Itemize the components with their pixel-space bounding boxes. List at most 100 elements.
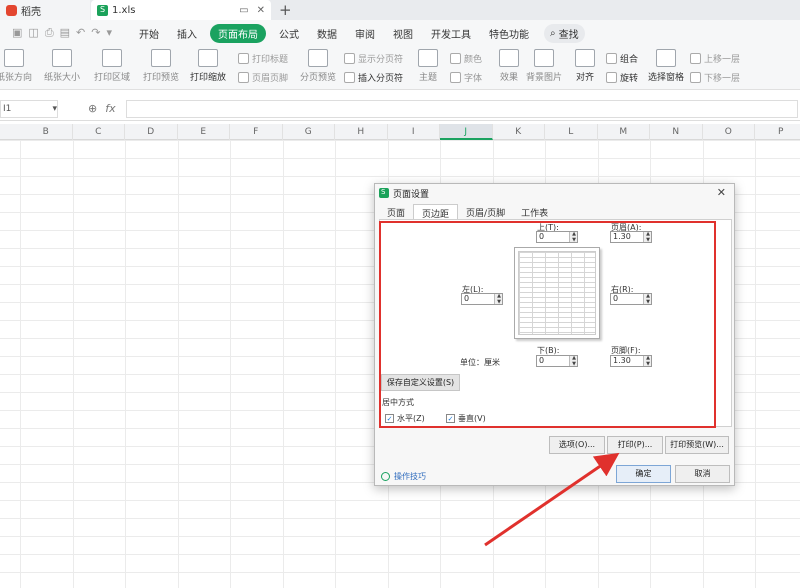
spinner-arrows-icon[interactable]: ▲ ▼ bbox=[572, 355, 576, 367]
insert-page-break-button[interactable]: 插入分页符 bbox=[344, 71, 403, 84]
print-icon[interactable]: ⎙ bbox=[45, 26, 54, 40]
column-header[interactable]: K bbox=[493, 124, 545, 140]
column-header[interactable]: C bbox=[73, 124, 125, 140]
menu-page-layout[interactable]: 页面布局 bbox=[210, 23, 266, 43]
column-header[interactable]: L bbox=[545, 124, 598, 140]
effects-button[interactable]: 效果 bbox=[496, 46, 522, 83]
new-tab-button[interactable]: + bbox=[279, 1, 292, 19]
fonts-label: 字体 bbox=[464, 74, 483, 84]
column-header[interactable]: H bbox=[335, 124, 388, 140]
save-icon[interactable]: ▣ bbox=[12, 26, 22, 40]
formula-input[interactable] bbox=[125, 99, 798, 118]
chevron-down-icon: ▾ bbox=[52, 103, 57, 114]
zoom-icon[interactable]: ⊕ bbox=[88, 102, 97, 115]
column-header[interactable]: I bbox=[388, 124, 440, 140]
more-icon[interactable]: ▾ bbox=[106, 26, 112, 40]
paper-direction-button[interactable]: 纸张方向 bbox=[0, 46, 34, 83]
name-box[interactable]: I1 ▾ bbox=[0, 99, 58, 118]
close-icon[interactable]: ✕ bbox=[717, 186, 726, 199]
export-icon[interactable]: ◫ bbox=[28, 26, 38, 40]
send-backward-button[interactable]: 下移一层 bbox=[690, 71, 740, 84]
tab-header-footer[interactable]: 页眉/页脚 bbox=[458, 204, 513, 220]
print-titles-button[interactable]: 打印标题 bbox=[238, 52, 288, 65]
selection-pane-icon bbox=[656, 49, 676, 67]
undo-icon[interactable]: ↶ bbox=[76, 26, 85, 40]
rotate-button[interactable]: 旋转 bbox=[606, 71, 638, 84]
selection-pane-button[interactable]: 选择窗格 bbox=[648, 46, 684, 83]
grid-column-line bbox=[282, 140, 284, 588]
background-button[interactable]: 背景图片 bbox=[526, 46, 562, 83]
print-preview-button[interactable]: 打印预览 bbox=[143, 46, 179, 83]
print-button[interactable]: 打印(P)... bbox=[607, 436, 663, 454]
spinner-arrows-icon[interactable]: ▲ ▼ bbox=[572, 231, 576, 243]
grid-column-line bbox=[335, 140, 336, 588]
header-footer-button[interactable]: 页眉页脚 bbox=[238, 71, 288, 84]
page-break-preview-button[interactable]: 分页预览 bbox=[300, 46, 336, 83]
tab-page[interactable]: 页面 bbox=[379, 204, 413, 220]
ok-button[interactable]: 确定 bbox=[616, 465, 671, 483]
menu-special[interactable]: 特色功能 bbox=[480, 26, 538, 41]
send-backward-icon bbox=[690, 72, 701, 83]
tips-icon bbox=[381, 472, 390, 481]
column-headers: BCDEFGHIJKLMNOP bbox=[0, 124, 800, 140]
menu-data[interactable]: 数据 bbox=[308, 26, 346, 41]
spinner-arrows-icon[interactable]: ▲ ▼ bbox=[646, 231, 650, 243]
close-icon[interactable]: ✕ bbox=[257, 5, 265, 16]
spreadsheet-icon bbox=[379, 188, 389, 198]
theme-button[interactable]: 主题 bbox=[416, 46, 440, 83]
group-button[interactable]: 组合 bbox=[606, 52, 638, 65]
column-header[interactable]: E bbox=[178, 124, 230, 140]
options-button[interactable]: 选项(O)... bbox=[549, 436, 605, 454]
column-header[interactable]: N bbox=[650, 124, 703, 140]
column-header[interactable]: F bbox=[230, 124, 283, 140]
search-box[interactable]: ⌕ 查找 bbox=[544, 23, 585, 43]
column-header[interactable]: J bbox=[440, 124, 493, 140]
menu-view[interactable]: 视图 bbox=[384, 26, 422, 41]
page-break-preview-icon bbox=[308, 49, 328, 67]
paper-size-button[interactable]: 纸张大小 bbox=[40, 46, 84, 83]
page-break-preview-label: 分页预览 bbox=[300, 73, 337, 83]
spinner-arrows-icon[interactable]: ▲ ▼ bbox=[646, 293, 650, 305]
preview-icon[interactable]: ▤ bbox=[60, 26, 70, 40]
checkbox-icon bbox=[344, 53, 355, 64]
pin-icon[interactable]: ▭ bbox=[239, 5, 248, 16]
menu-insert[interactable]: 插入 bbox=[168, 26, 206, 41]
print-preview-icon bbox=[151, 49, 171, 67]
fx-icon[interactable]: fx bbox=[105, 102, 115, 115]
show-page-breaks-checkbox[interactable]: 显示分页符 bbox=[344, 52, 403, 65]
tab-file[interactable]: 1.xls ▭ ✕ bbox=[91, 0, 271, 20]
column-header[interactable]: G bbox=[283, 124, 335, 140]
align-button[interactable]: 对齐 bbox=[572, 46, 598, 83]
spinner-arrows-icon[interactable]: ▲ ▼ bbox=[497, 293, 501, 305]
menu-developer[interactable]: 开发工具 bbox=[422, 26, 480, 41]
title-bar: 稻壳 1.xls ▭ ✕ + bbox=[0, 0, 800, 20]
column-header[interactable]: B bbox=[20, 124, 73, 140]
background-label: 背景图片 bbox=[526, 73, 563, 83]
redo-icon[interactable]: ↷ bbox=[91, 26, 100, 40]
colors-button[interactable]: 颜色 bbox=[450, 52, 482, 65]
fonts-icon bbox=[450, 72, 461, 83]
print-area-button[interactable]: 打印区域 bbox=[90, 46, 134, 83]
tab-sheet[interactable]: 工作表 bbox=[513, 204, 556, 220]
selection-pane-label: 选择窗格 bbox=[648, 73, 685, 83]
menu-review[interactable]: 审阅 bbox=[346, 26, 384, 41]
menu-home[interactable]: 开始 bbox=[130, 26, 168, 41]
column-header[interactable]: D bbox=[125, 124, 178, 140]
column-header[interactable]: M bbox=[598, 124, 650, 140]
tab-margins[interactable]: 页边距 bbox=[413, 204, 459, 220]
column-header[interactable]: O bbox=[703, 124, 755, 140]
spinner-arrows-icon[interactable]: ▲ ▼ bbox=[646, 355, 650, 367]
fonts-button[interactable]: 字体 bbox=[450, 71, 482, 84]
tips-link[interactable]: 操作技巧 bbox=[381, 471, 426, 482]
bring-forward-button[interactable]: 上移一层 bbox=[690, 52, 740, 65]
print-scale-button[interactable]: 打印缩放 bbox=[186, 46, 230, 83]
column-header[interactable]: P bbox=[755, 124, 800, 140]
tab-home[interactable]: 稻壳 bbox=[0, 0, 90, 20]
spreadsheet-icon bbox=[97, 4, 108, 16]
print-preview-button[interactable]: 打印预览(W)... bbox=[665, 436, 729, 454]
cancel-button[interactable]: 取消 bbox=[675, 465, 730, 483]
bring-forward-icon bbox=[690, 53, 701, 64]
menu-formulas[interactable]: 公式 bbox=[270, 26, 308, 41]
align-icon bbox=[575, 49, 595, 67]
insert-page-break-icon bbox=[344, 72, 355, 83]
